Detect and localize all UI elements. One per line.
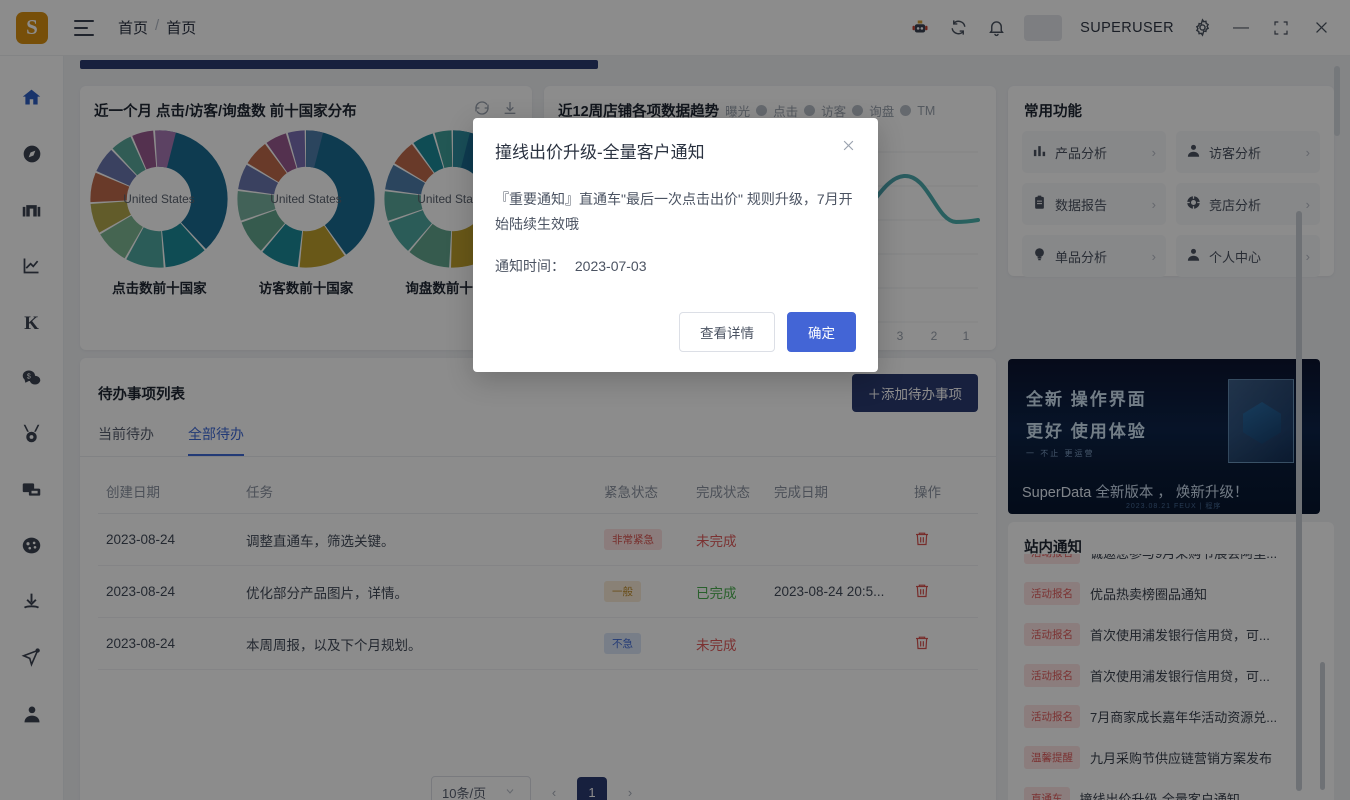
notification-modal: 撞线出价升级-全量客户通知 『重要通知』直通车"最后一次点击出价" 规则升级，7… <box>473 118 878 372</box>
modal-footer: 查看详情 确定 <box>679 312 856 352</box>
modal-time-value: 2023-07-03 <box>574 258 647 274</box>
app-root: 近一个月 点击/访客/询盘数 前十国家分布 United States 点击数前… <box>0 0 1350 800</box>
modal-message: 『重要通知』直通车"最后一次点击出价" 规则升级，7月开始陆续生效哦 <box>495 191 853 232</box>
view-details-button[interactable]: 查看详情 <box>679 312 775 352</box>
modal-time: 通知时间： 2023-07-03 <box>495 256 856 276</box>
modal-title: 撞线出价升级-全量客户通知 <box>495 143 705 162</box>
modal-body: 『重要通知』直通车"最后一次点击出价" 规则升级，7月开始陆续生效哦 通知时间：… <box>473 163 878 276</box>
modal-time-label: 通知时间： <box>495 258 565 274</box>
confirm-button[interactable]: 确定 <box>787 312 856 352</box>
close-icon[interactable] <box>841 138 856 156</box>
modal-header: 撞线出价升级-全量客户通知 <box>473 118 878 163</box>
